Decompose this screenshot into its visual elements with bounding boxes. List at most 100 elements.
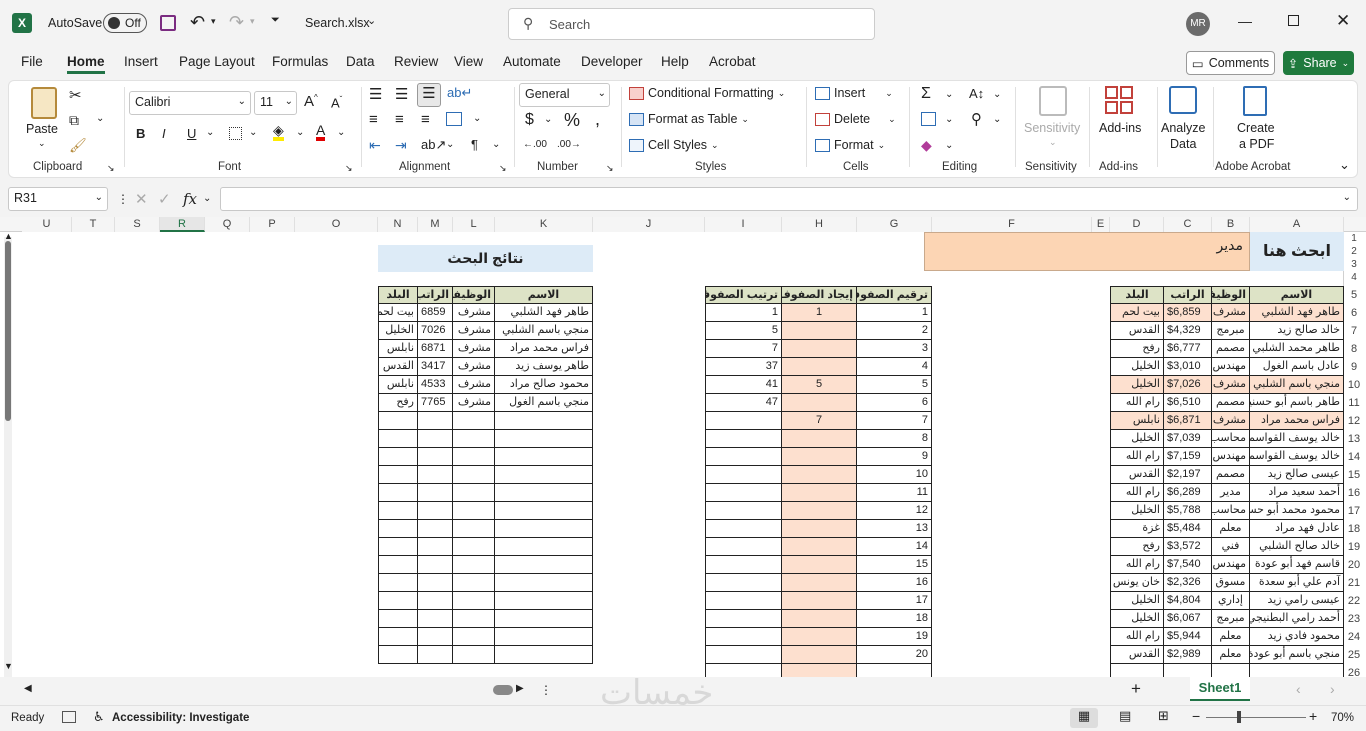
tab-formulas[interactable]: Formulas — [272, 54, 328, 69]
cell[interactable] — [705, 610, 782, 628]
cell[interactable] — [782, 520, 857, 538]
cell[interactable] — [418, 556, 453, 574]
column-header[interactable]: E — [1092, 217, 1110, 232]
cell[interactable]: $6,871 — [1164, 412, 1212, 430]
row-header[interactable]: 11 — [1342, 394, 1366, 412]
column-header[interactable]: M — [418, 217, 453, 232]
cell[interactable] — [1250, 664, 1344, 677]
cell[interactable]: 16 — [857, 574, 932, 592]
cell[interactable]: 6871 — [418, 340, 453, 358]
cell[interactable] — [782, 466, 857, 484]
row-header[interactable]: 20 — [1342, 556, 1366, 574]
cell[interactable] — [418, 466, 453, 484]
cell[interactable] — [378, 556, 418, 574]
tab-insert[interactable]: Insert — [124, 54, 158, 69]
autosum-dropdown-icon[interactable]: ⌄ — [945, 89, 953, 100]
cell[interactable]: بيت لحم — [378, 304, 418, 322]
text-direction-icon[interactable]: ¶ — [471, 137, 478, 152]
cell[interactable]: نابلس — [378, 376, 418, 394]
row-header[interactable]: 6 — [1342, 304, 1366, 322]
cell[interactable] — [705, 502, 782, 520]
cell[interactable]: رفح — [1110, 538, 1164, 556]
cell[interactable]: 3417 — [418, 358, 453, 376]
cell[interactable]: 5 — [857, 376, 932, 394]
cell[interactable]: محمود فادي زيد — [1250, 628, 1344, 646]
column-header[interactable]: L — [453, 217, 495, 232]
cell[interactable]: إيجاد الصفوف — [782, 286, 857, 304]
cell[interactable]: 14 — [857, 538, 932, 556]
sort-filter-icon[interactable]: A↕ — [969, 86, 984, 101]
cell[interactable]: القدس — [1110, 466, 1164, 484]
insert-cells-button[interactable]: Insert ⌄ — [815, 86, 893, 100]
cell[interactable]: خان يونس — [1110, 574, 1164, 592]
cell[interactable] — [418, 484, 453, 502]
format-cells-button[interactable]: Format ⌄ — [815, 138, 885, 152]
cell[interactable]: بيت لحم — [1110, 304, 1164, 322]
cell[interactable] — [453, 628, 495, 646]
font-color-dropdown-icon[interactable]: ⌄ — [337, 127, 345, 138]
cell[interactable]: إداري — [1212, 592, 1250, 610]
cell[interactable] — [418, 448, 453, 466]
cell[interactable]: الوظيفة — [453, 286, 495, 304]
minimize-icon[interactable]: — — [1238, 13, 1252, 29]
find-select-dropdown-icon[interactable]: ⌄ — [993, 114, 1001, 125]
tab-data[interactable]: Data — [346, 54, 375, 69]
horizontal-scrollbar-thumb[interactable] — [493, 685, 513, 695]
cell[interactable] — [1212, 664, 1250, 677]
cell[interactable] — [705, 520, 782, 538]
cell[interactable]: رفح — [1110, 340, 1164, 358]
cell[interactable]: مصمم — [1212, 394, 1250, 412]
cell[interactable]: طاهر باسم أبو حسنين — [1250, 394, 1344, 412]
cell[interactable] — [495, 448, 593, 466]
cell[interactable]: 41 — [705, 376, 782, 394]
column-header[interactable]: F — [932, 217, 1092, 232]
cell[interactable]: عادل باسم الغول — [1250, 358, 1344, 376]
cell[interactable]: قاسم فهد أبو عودة — [1250, 556, 1344, 574]
tab-page-layout[interactable]: Page Layout — [179, 54, 255, 69]
cell[interactable]: الخليل — [1110, 358, 1164, 376]
cell[interactable] — [418, 628, 453, 646]
cell[interactable]: 1 — [782, 304, 857, 322]
search-box[interactable]: ⚲ Search — [508, 8, 875, 40]
cell[interactable] — [453, 466, 495, 484]
cell[interactable] — [378, 610, 418, 628]
cell[interactable]: $6,289 — [1164, 484, 1212, 502]
cell[interactable]: القدس — [1110, 322, 1164, 340]
row-header[interactable]: 26 — [1342, 664, 1366, 677]
cell[interactable] — [705, 556, 782, 574]
cell[interactable]: 5 — [782, 376, 857, 394]
column-header[interactable]: G — [857, 217, 932, 232]
cell[interactable]: $7,540 — [1164, 556, 1212, 574]
align-middle-icon[interactable]: ☰ — [395, 85, 408, 103]
cell[interactable] — [378, 412, 418, 430]
cell[interactable] — [782, 484, 857, 502]
cell[interactable] — [378, 448, 418, 466]
cell[interactable] — [782, 340, 857, 358]
cancel-icon[interactable]: ✕ — [135, 190, 148, 208]
cell[interactable]: فراس محمد مراد — [495, 340, 593, 358]
row-header[interactable]: 10 — [1342, 376, 1366, 394]
increase-font-icon[interactable]: A^ — [304, 93, 318, 110]
cell[interactable] — [782, 358, 857, 376]
cell[interactable]: مشرف — [453, 394, 495, 412]
cell[interactable]: منجي باسم أبو عودة — [1250, 646, 1344, 664]
cell[interactable] — [705, 430, 782, 448]
row-header[interactable]: 18 — [1342, 520, 1366, 538]
cell[interactable]: 10 — [857, 466, 932, 484]
conditional-formatting-button[interactable]: Conditional Formatting ⌄ — [629, 86, 785, 100]
cell[interactable]: مصمم — [1212, 340, 1250, 358]
cell[interactable] — [782, 592, 857, 610]
cell[interactable]: محمود محمد أبو حسنين — [1250, 502, 1344, 520]
cell[interactable]: الخليل — [1110, 376, 1164, 394]
sheet-tab-sheet1[interactable]: Sheet1 — [1190, 677, 1250, 701]
cell[interactable] — [705, 574, 782, 592]
cell[interactable] — [705, 466, 782, 484]
align-left-icon[interactable]: ≡ — [369, 111, 378, 128]
column-header[interactable]: K — [495, 217, 593, 232]
cell[interactable]: $5,788 — [1164, 502, 1212, 520]
cell[interactable]: عادل فهد مراد — [1250, 520, 1344, 538]
cell[interactable] — [857, 664, 932, 677]
row-header[interactable]: 5 — [1342, 286, 1366, 304]
row-header[interactable]: 17 — [1342, 502, 1366, 520]
clear-icon[interactable]: ◆ — [921, 137, 932, 154]
